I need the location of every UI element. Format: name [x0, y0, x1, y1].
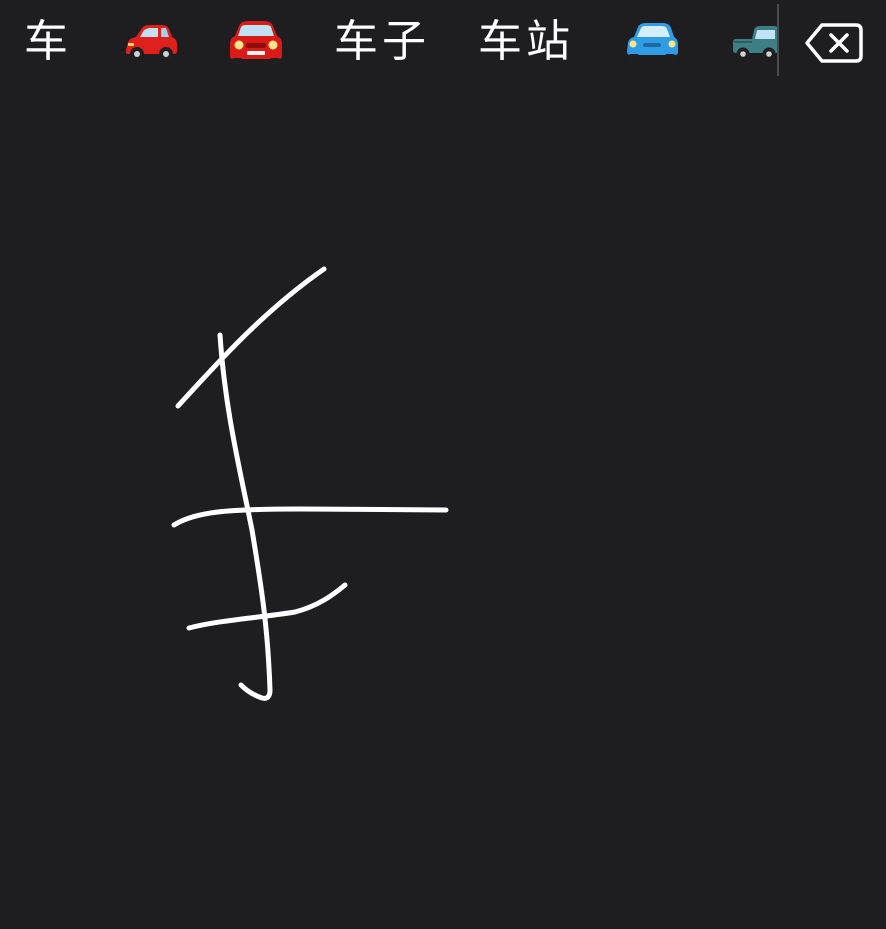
candidate-label: 车: [24, 16, 72, 67]
ink-stroke: [175, 266, 327, 409]
handwriting-keyboard: 车 车子 车站: [0, 0, 886, 929]
red-car-side-icon: [125, 25, 177, 61]
candidate-blue-car-emoji[interactable]: [620, 10, 684, 74]
candidate-label: 车子: [334, 16, 430, 67]
candidate-bar: 车 车子 车站: [0, 0, 886, 84]
handwriting-canvas[interactable]: [0, 84, 886, 929]
handwriting-strokes: [171, 266, 449, 701]
candidate-red-car-front-emoji[interactable]: [224, 10, 288, 74]
teal-pickup-truck-icon: [733, 26, 779, 61]
delete-button[interactable]: [802, 16, 866, 70]
blue-car-icon: [627, 23, 678, 62]
candidate-chezi[interactable]: 车子: [330, 10, 434, 74]
ink-stroke: [217, 332, 273, 701]
candidate-label: 车站: [478, 16, 574, 67]
candidate-separator: [777, 4, 779, 76]
red-car-front-icon: [230, 21, 282, 65]
candidate-red-car-emoji[interactable]: [118, 10, 182, 74]
candidate-che[interactable]: 车: [18, 10, 78, 74]
ink-stroke: [171, 506, 449, 528]
backspace-icon: [805, 23, 863, 63]
candidate-chezhan[interactable]: 车站: [474, 10, 578, 74]
